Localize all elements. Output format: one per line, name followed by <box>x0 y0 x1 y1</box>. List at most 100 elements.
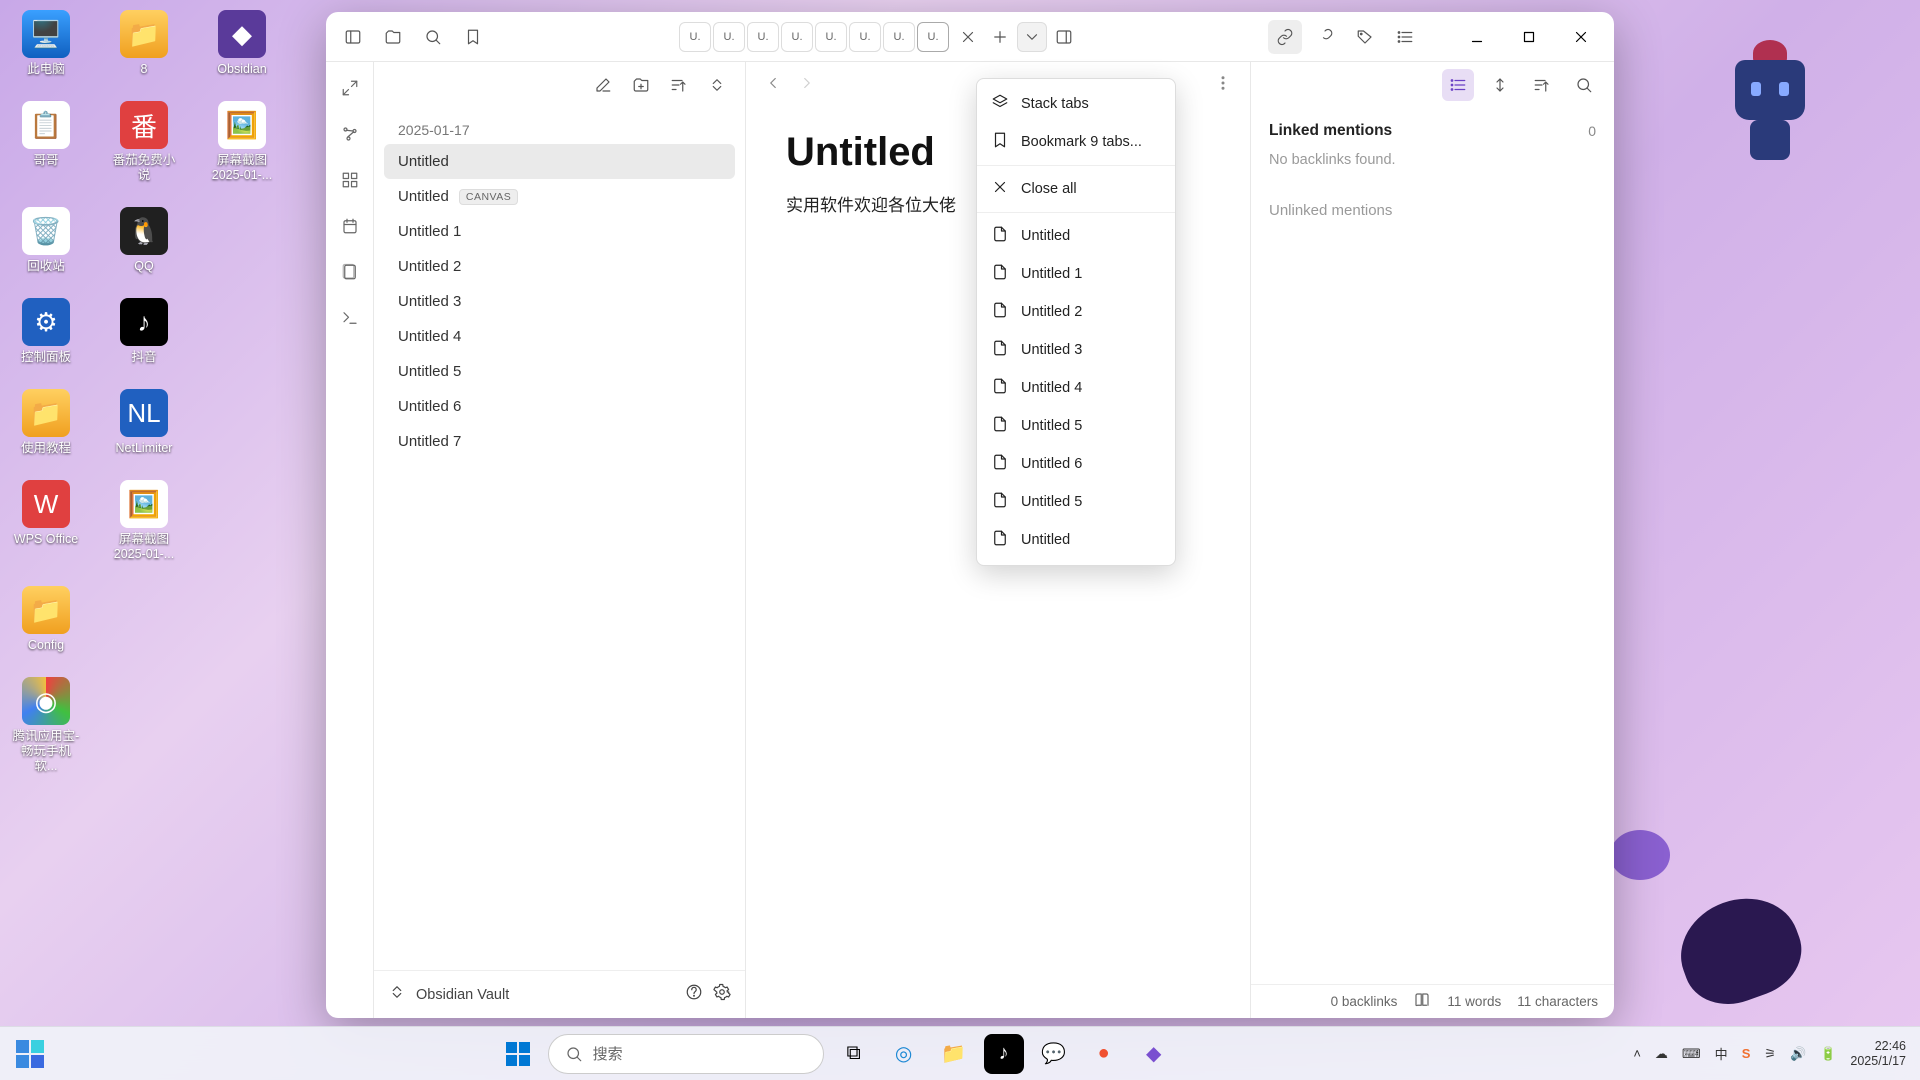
search-button[interactable] <box>416 20 450 54</box>
sort-button[interactable] <box>665 71 693 99</box>
desktop-icon-config[interactable]: 📁Config <box>10 586 82 653</box>
taskbar-app-edge[interactable]: ◎ <box>884 1034 924 1074</box>
unlinked-mentions-header[interactable]: Unlinked mentions <box>1269 186 1596 219</box>
templates-icon[interactable] <box>338 260 362 284</box>
file-item[interactable]: Untitled 2 <box>384 249 735 284</box>
desktop-icon-gege[interactable]: 📋哥哥 <box>10 101 82 183</box>
close-tab-button[interactable] <box>953 22 983 52</box>
bookmarks-button[interactable] <box>456 20 490 54</box>
backlinks-collapse[interactable] <box>1484 69 1516 101</box>
window-minimize[interactable] <box>1454 18 1500 56</box>
new-tab-button[interactable] <box>985 22 1015 52</box>
new-note-button[interactable] <box>589 71 617 99</box>
menu-bookmark-tabs[interactable]: Bookmark 9 tabs... <box>977 123 1175 161</box>
backlinks-list-view[interactable] <box>1442 69 1474 101</box>
tabs-menu-file[interactable]: Untitled 5 <box>977 407 1175 445</box>
file-item[interactable]: Untitled 6 <box>384 389 735 424</box>
quick-switcher-icon[interactable] <box>338 76 362 100</box>
backlinks-sort[interactable] <box>1526 69 1558 101</box>
doc-tab[interactable]: U. <box>679 22 711 52</box>
command-palette-icon[interactable] <box>338 306 362 330</box>
vault-name[interactable]: Obsidian Vault <box>416 987 675 1003</box>
desktop-icon-screenshot2[interactable]: 🖼️屏幕截图 2025-01-... <box>108 480 180 562</box>
reading-mode-icon[interactable] <box>1413 991 1431 1012</box>
desktop-icon-qq[interactable]: 🐧QQ <box>108 207 180 274</box>
tray-chevron-icon[interactable]: ˄ <box>1633 1046 1641 1061</box>
taskbar-app-explorer[interactable]: 📁 <box>934 1034 974 1074</box>
tabs-menu-file[interactable]: Untitled 2 <box>977 293 1175 331</box>
doc-tab[interactable]: U. <box>815 22 847 52</box>
menu-stack-tabs[interactable]: Stack tabs <box>977 85 1175 123</box>
taskbar-app-tiktok[interactable]: ♪ <box>984 1034 1024 1074</box>
collapse-all-button[interactable] <box>703 71 731 99</box>
vault-switcher-button[interactable] <box>376 20 410 54</box>
file-item[interactable]: Untitled 4 <box>384 319 735 354</box>
doc-tab-active[interactable]: U. <box>917 22 949 52</box>
taskbar-clock[interactable]: 22:462025/1/17 <box>1850 1039 1906 1068</box>
desktop-icon-this-pc[interactable]: 🖥️此电脑 <box>10 10 82 77</box>
doc-tab[interactable]: U. <box>781 22 813 52</box>
tabs-menu-file[interactable]: Untitled <box>977 521 1175 559</box>
taskbar-app-fanqie[interactable]: ● <box>1084 1034 1124 1074</box>
file-item[interactable]: Untitled <box>384 144 735 179</box>
collapse-sidebar-button[interactable] <box>336 20 370 54</box>
settings-button[interactable] <box>713 983 731 1006</box>
start-button[interactable] <box>498 1034 538 1074</box>
outgoing-links-button[interactable] <box>1308 20 1342 54</box>
tabs-menu-file[interactable]: Untitled 1 <box>977 255 1175 293</box>
more-options-button[interactable] <box>1214 74 1232 97</box>
window-close[interactable] <box>1558 18 1604 56</box>
help-button[interactable] <box>685 983 703 1006</box>
desktop-icon-tencent-appstore[interactable]: ◉腾讯应用宝-畅玩手机软... <box>10 677 82 774</box>
taskbar-app-obsidian[interactable]: ◆ <box>1134 1034 1174 1074</box>
file-item[interactable]: Untitled 3 <box>384 284 735 319</box>
doc-tab[interactable]: U. <box>849 22 881 52</box>
linked-mentions-header[interactable]: Linked mentions <box>1269 122 1392 140</box>
task-view-button[interactable]: ⧉ <box>834 1034 874 1074</box>
nav-back-button[interactable] <box>764 74 782 97</box>
daily-note-icon[interactable] <box>338 214 362 238</box>
split-right-button[interactable] <box>1049 22 1079 52</box>
file-item[interactable]: UntitledCANVAS <box>384 179 735 214</box>
taskbar-search[interactable]: 搜索 <box>548 1034 824 1074</box>
nav-forward-button[interactable] <box>798 74 816 97</box>
taskbar-app-wechat[interactable]: 💬 <box>1034 1034 1074 1074</box>
graph-view-icon[interactable] <box>338 122 362 146</box>
desktop-icon-recycle[interactable]: 🗑️回收站 <box>10 207 82 274</box>
tabs-menu-file[interactable]: Untitled 4 <box>977 369 1175 407</box>
desktop-icon-wps[interactable]: WWPS Office <box>10 480 82 562</box>
desktop-icon-screenshot1[interactable]: 🖼️屏幕截图 2025-01-... <box>206 101 278 183</box>
canvas-icon[interactable] <box>338 168 362 192</box>
tabs-menu-file[interactable]: Untitled 3 <box>977 331 1175 369</box>
widgets-button[interactable] <box>8 1032 52 1076</box>
file-item[interactable]: Untitled 5 <box>384 354 735 389</box>
new-folder-button[interactable] <box>627 71 655 99</box>
tab-list-dropdown[interactable] <box>1017 22 1047 52</box>
desktop-icon-folder-8[interactable]: 📁8 <box>108 10 180 77</box>
tray-app-icon[interactable]: S <box>1742 1046 1751 1061</box>
tray-volume-icon[interactable]: 🔊 <box>1790 1046 1806 1062</box>
file-item[interactable]: Untitled 7 <box>384 424 735 459</box>
backlinks-search[interactable] <box>1568 69 1600 101</box>
tray-onedrive-icon[interactable]: ☁ <box>1655 1046 1668 1062</box>
tags-button[interactable] <box>1348 20 1382 54</box>
backlinks-toggle[interactable] <box>1268 20 1302 54</box>
window-maximize[interactable] <box>1506 18 1552 56</box>
menu-close-all[interactable]: Close all <box>977 170 1175 208</box>
desktop-icon-douyin[interactable]: ♪抖音 <box>108 298 180 365</box>
tabs-menu-file[interactable]: Untitled 5 <box>977 483 1175 521</box>
tabs-menu-file[interactable]: Untitled 6 <box>977 445 1175 483</box>
desktop-icon-control-panel[interactable]: ⚙控制面板 <box>10 298 82 365</box>
outline-button[interactable] <box>1388 20 1422 54</box>
tray-keyboard-icon[interactable]: ⌨ <box>1682 1046 1701 1062</box>
doc-tab[interactable]: U. <box>713 22 745 52</box>
file-item[interactable]: Untitled 1 <box>384 214 735 249</box>
tabs-menu-file[interactable]: Untitled <box>977 217 1175 255</box>
desktop-icon-obsidian[interactable]: ◆Obsidian <box>206 10 278 77</box>
tray-wifi-icon[interactable]: ⚞ <box>1764 1046 1776 1062</box>
vault-chevron-icon[interactable] <box>388 983 406 1006</box>
desktop-icon-netlimiter[interactable]: NLNetLimiter <box>108 389 180 456</box>
desktop-icon-fanqie[interactable]: 番番茄免费小说 <box>108 101 180 183</box>
tray-ime-icon[interactable]: 中 <box>1715 1044 1728 1063</box>
tray-battery-icon[interactable]: 🔋 <box>1820 1046 1836 1062</box>
